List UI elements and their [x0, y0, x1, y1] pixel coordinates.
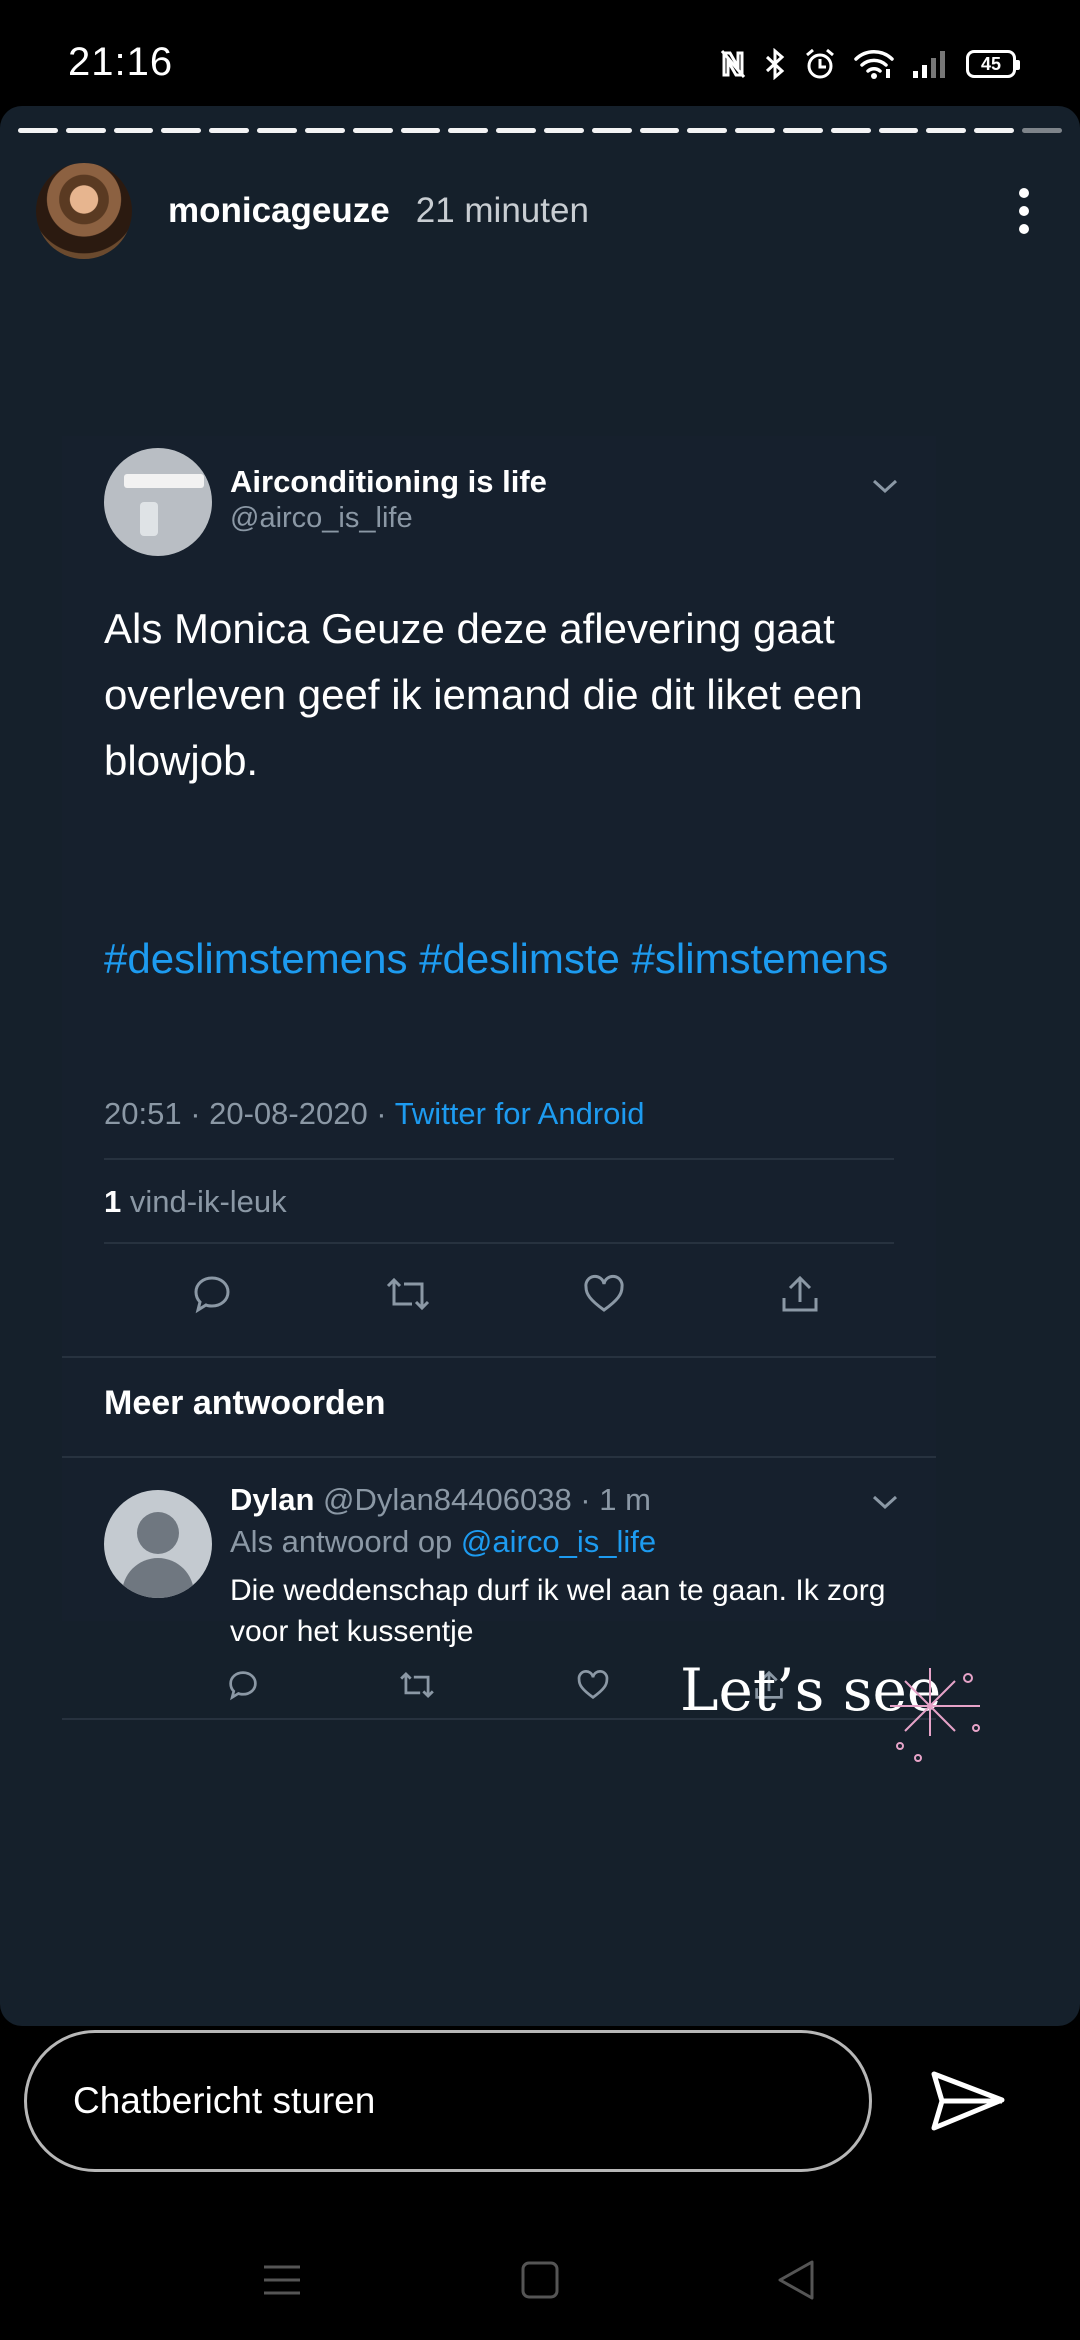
tweet-text: Als Monica Geuze deze aflevering gaat ov…	[104, 605, 863, 784]
tweet-screenshot: Airconditioning is life @airco_is_life A…	[62, 436, 936, 1720]
chevron-down-icon	[872, 1495, 898, 1510]
progress-segment	[352, 128, 393, 133]
send-icon[interactable]	[930, 2068, 1006, 2134]
like-count: 1	[104, 1184, 122, 1219]
progress-segment	[113, 128, 154, 133]
progress-segment	[161, 128, 202, 133]
tweet-hashtags: #deslimstemens #deslimste #slimstemens	[104, 935, 889, 982]
share-icon	[770, 1264, 830, 1324]
avatar[interactable]	[36, 163, 132, 259]
tweet-meta: 20:51 · 20-08-2020 · Twitter for Android	[104, 1096, 645, 1132]
reply-text: Die weddenschap durf ik wel aan te gaan.…	[230, 1574, 886, 1648]
reply-icon	[182, 1264, 242, 1324]
reply-to-prefix: Als antwoord op	[230, 1524, 461, 1559]
progress-segment	[304, 128, 345, 133]
system-navigation-bar	[0, 2220, 1080, 2340]
progress-segment	[926, 128, 967, 133]
nfc-icon	[720, 50, 746, 78]
chevron-down-icon	[872, 479, 898, 494]
divider	[104, 1158, 894, 1160]
progress-segment	[687, 128, 728, 133]
message-input[interactable]: Chatbericht sturen	[24, 2030, 872, 2172]
status-icons: 45	[720, 44, 1020, 84]
progress-segment	[18, 128, 58, 133]
sparkle-icon	[890, 1668, 980, 1762]
like-label: vind-ik-leuk	[121, 1184, 287, 1219]
reply-author-name: Dylan	[230, 1482, 315, 1517]
reply-handle-time: @Dylan84406038 · 1 m	[314, 1482, 651, 1517]
story-time-ago: 21 minuten	[415, 191, 589, 230]
menu-icon[interactable]	[252, 2250, 312, 2310]
tweet-source: Twitter for Android	[394, 1096, 645, 1131]
home-icon[interactable]	[510, 2250, 570, 2310]
progress-segment	[735, 128, 775, 133]
progress-segment	[209, 128, 250, 133]
reply-icon	[220, 1662, 266, 1708]
progress-segment	[496, 128, 536, 133]
more-dot-icon	[1019, 224, 1029, 234]
progress-segment	[591, 128, 632, 133]
tweet-actions	[182, 1264, 902, 1324]
progress-segment	[974, 128, 1015, 133]
tweet-likes: 1 vind-ik-leuk	[104, 1184, 287, 1220]
story-progress-bar	[18, 128, 1062, 134]
retweet-icon	[378, 1264, 438, 1324]
progress-segment	[257, 128, 297, 133]
progress-segment	[878, 128, 919, 133]
wifi-icon	[854, 50, 894, 79]
progress-segment	[543, 128, 584, 133]
progress-segment	[783, 128, 823, 133]
more-dot-icon	[1019, 188, 1029, 198]
progress-segment	[400, 128, 441, 133]
bluetooth-icon	[765, 48, 785, 80]
back-icon[interactable]	[766, 2250, 826, 2310]
battery-icon: 45	[966, 50, 1020, 78]
message-input-placeholder: Chatbericht sturen	[73, 2080, 376, 2121]
heart-icon	[570, 1662, 616, 1708]
story-username[interactable]: monicageuze	[168, 191, 390, 231]
story-view[interactable]: monicageuze 21 minuten Airconditioning i…	[0, 106, 1080, 2026]
progress-segment	[65, 128, 106, 133]
alarm-icon	[806, 48, 834, 79]
progress-segment	[830, 128, 871, 133]
more-options-button[interactable]	[1004, 181, 1044, 241]
more-replies-heading: Meer antwoorden	[104, 1384, 386, 1422]
divider	[104, 1242, 894, 1244]
signal-icon	[913, 51, 945, 78]
story-header: monicageuze 21 minuten	[36, 156, 1044, 266]
status-time: 21:16	[68, 40, 174, 84]
reply-in-reply-to: Als antwoord op @airco_is_life	[230, 1524, 656, 1560]
tweet-timestamp: 20:51 · 20-08-2020 ·	[104, 1096, 395, 1131]
more-dot-icon	[1019, 206, 1029, 216]
divider	[62, 1356, 936, 1358]
reply-avatar	[104, 1490, 212, 1598]
progress-segment	[448, 128, 489, 133]
progress-segment	[639, 128, 680, 133]
reply-to-mention: @airco_is_life	[460, 1524, 657, 1559]
divider	[62, 1456, 936, 1458]
status-bar: 21:16 45	[0, 0, 1080, 110]
reply-header: Dylan @Dylan84406038 · 1 m	[230, 1482, 651, 1518]
progress-segment	[1022, 128, 1062, 133]
tweet-author-name: Airconditioning is life	[230, 464, 547, 499]
tweet-avatar	[104, 448, 212, 556]
retweet-icon	[394, 1662, 440, 1708]
heart-icon	[574, 1264, 634, 1324]
tweet-author-handle: @airco_is_life	[230, 502, 413, 534]
